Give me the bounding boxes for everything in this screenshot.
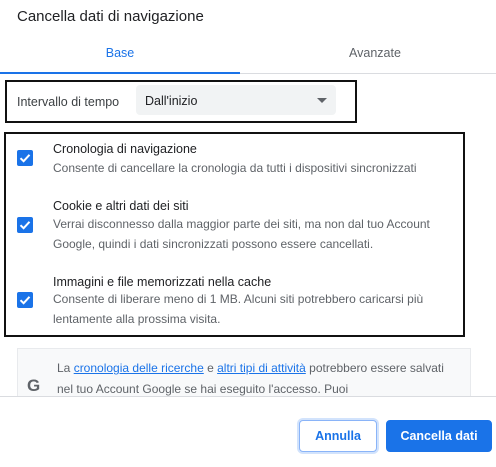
option-title: Cookie e altri dati dei siti [53,199,189,213]
search-history-link[interactable]: cronologia delle ricerche [74,361,204,375]
option-description: Consente di liberare meno di 1 MB. Alcun… [53,292,424,326]
scrollbar[interactable] [492,74,496,396]
checkbox-checked-icon[interactable] [17,150,33,166]
time-range-label: Intervallo di tempo [17,95,120,109]
option-cookies[interactable]: Cookie e altri dati dei siti Verrai disc… [17,196,457,260]
time-range-select[interactable]: Dall'inizio [136,85,336,115]
option-title: Immagini e file memorizzati nella cache [53,275,272,289]
option-description: Verrai disconnesso dalla maggior parte d… [53,217,430,251]
option-description: Consente di cancellare la cronologia da … [53,161,417,175]
time-range-value: Dall'inizio [145,94,198,108]
clear-data-button[interactable]: Cancella dati [386,420,492,452]
dialog-content[interactable]: Intervallo di tempo Dall'inizio Cronolog… [0,74,496,396]
option-cached-images[interactable]: Immagini e file memorizzati nella cache … [17,272,457,336]
cancel-button[interactable]: Annulla [299,420,377,452]
dropdown-caret-icon [317,98,327,103]
option-browsing-history[interactable]: Cronologia di navigazione Consente di ca… [17,138,457,182]
info-text-part: e [203,361,218,375]
other-activity-link[interactable]: altri tipi di attività [217,361,306,375]
tab-bar: Base Avanzate [0,37,496,74]
tab-advanced[interactable]: Avanzate [255,37,495,73]
option-title: Cronologia di navigazione [53,142,197,156]
dialog-footer: Annulla Cancella dati [0,396,496,467]
google-g-icon: G [27,376,41,395]
info-text: La cronologia delle ricerche e altri tip… [57,358,457,396]
checkbox-checked-icon[interactable] [17,292,33,308]
checkbox-checked-icon[interactable] [17,217,33,233]
google-account-info-card: G La cronologia delle ricerche e altri t… [17,348,471,396]
tab-base[interactable]: Base [0,37,240,74]
dialog-title: Cancella dati di navigazione [17,8,204,25]
info-text-part: La [57,361,74,375]
